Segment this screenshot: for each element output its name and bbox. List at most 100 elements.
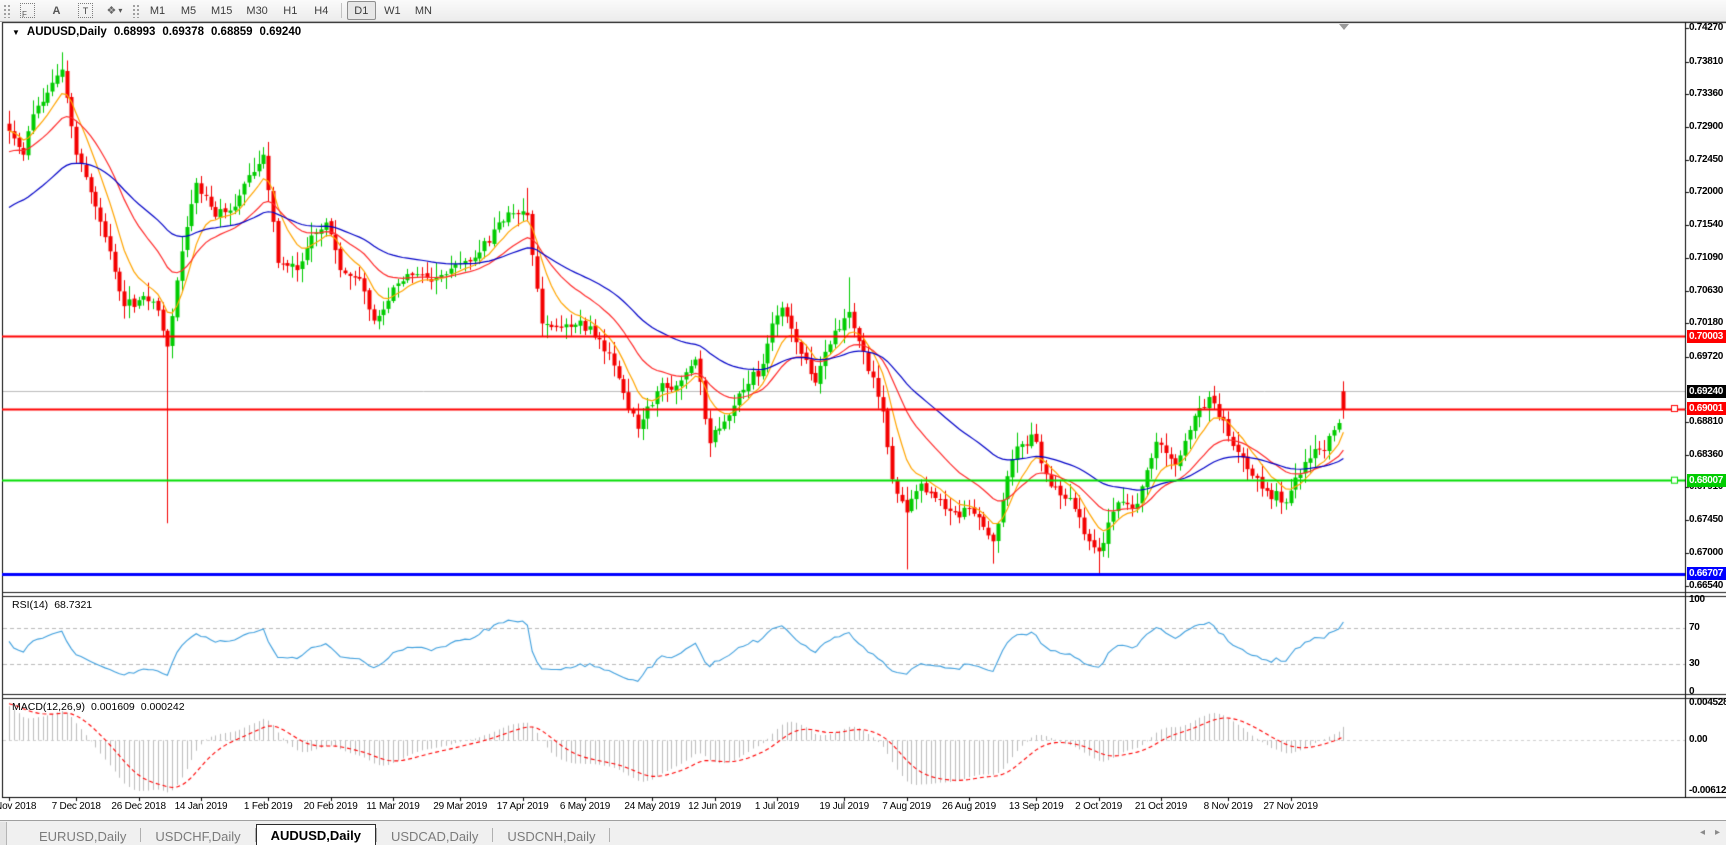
- date-tick-label: 8 Nov 2019: [1204, 801, 1253, 812]
- date-tick-label: 19 Jul 2019: [819, 801, 869, 812]
- price-badge: 0.69240: [1687, 385, 1726, 398]
- timeframe-button-w1[interactable]: W1: [378, 1, 407, 20]
- macd-indicator-label: MACD(12,26,9) 0.001609 0.000242: [12, 701, 185, 713]
- macd-signal-value: 0.000242: [141, 701, 185, 713]
- timeframe-button-h4[interactable]: H4: [307, 1, 336, 20]
- date-tick-label: 13 Sep 2019: [1009, 801, 1064, 812]
- date-tick-label: 7 Dec 2018: [52, 801, 101, 812]
- macd-main-value: 0.001609: [91, 701, 135, 713]
- ohlc-low-value: 0.68859: [211, 26, 253, 38]
- macd-axis-label: 0.004528: [1689, 697, 1726, 708]
- date-tick-label: 27 Nov 2019: [1263, 801, 1318, 812]
- price-tick-label: 0.73360: [1689, 88, 1726, 99]
- price-tick-label: 0.74270: [1689, 22, 1726, 33]
- fibonacci-tool-button[interactable]: F: [14, 1, 41, 20]
- pointer-diamond-icon: ❖: [107, 4, 117, 17]
- price-badge: 0.70003: [1687, 330, 1726, 343]
- tab-usdcnh[interactable]: USDCNH,Daily: [493, 827, 609, 845]
- price-tick-label: 0.69720: [1689, 351, 1726, 362]
- chart-tab-bar: EURUSD,DailyUSDCHF,DailyAUDUSD,DailyUSDC…: [0, 820, 1726, 845]
- date-tick-label: 19 Nov 2018: [0, 801, 36, 812]
- ohlc-close-value: 0.69240: [260, 26, 302, 38]
- date-tick-label: 17 Apr 2019: [497, 801, 549, 812]
- price-tick-label: 0.72000: [1689, 186, 1726, 197]
- date-tick-label: 2 Oct 2019: [1075, 801, 1122, 812]
- date-tick-label: 24 May 2019: [624, 801, 680, 812]
- date-tick-label: 20 Feb 2019: [304, 801, 358, 812]
- price-tick-label: 0.72900: [1689, 121, 1726, 132]
- price-tick-label: 0.72450: [1689, 154, 1726, 165]
- macd-axis-label: 0.00: [1689, 734, 1726, 745]
- boxed-t-icon: T: [78, 3, 93, 18]
- price-tick-label: 0.71090: [1689, 252, 1726, 263]
- symbol-dropdown-icon[interactable]: ▼: [12, 28, 20, 37]
- chart-shift-marker-icon[interactable]: [1339, 24, 1349, 30]
- timeframe-button-h1[interactable]: H1: [276, 1, 305, 20]
- timeframe-button-group: M1M5M15M30H1H4 D1W1MN: [142, 1, 439, 20]
- macd-axis-label: -0.00612: [1689, 785, 1726, 796]
- text-tool-button[interactable]: T: [72, 1, 99, 20]
- dotted-grid-icon: F: [20, 3, 35, 18]
- timeframe-button-m15[interactable]: M15: [205, 1, 238, 20]
- chart-title-bar[interactable]: ▼ AUDUSD,Daily 0.68993 0.69378 0.68859 0…: [12, 26, 301, 38]
- toolbar-grip-icon[interactable]: [3, 4, 10, 18]
- date-tick-label: 21 Oct 2019: [1135, 801, 1187, 812]
- date-tick-label: 7 Aug 2019: [882, 801, 931, 812]
- date-tick-label: 1 Feb 2019: [244, 801, 293, 812]
- tab-eurusd[interactable]: EURUSD,Daily: [25, 827, 140, 845]
- tab-audusd[interactable]: AUDUSD,Daily: [256, 824, 376, 845]
- main-chart-canvas[interactable]: [0, 0, 1726, 845]
- date-tick-label: 12 Jun 2019: [688, 801, 741, 812]
- timeframe-button-d1[interactable]: D1: [347, 1, 376, 20]
- rsi-indicator-label: RSI(14) 68.7321: [12, 599, 92, 611]
- date-tick-label: 26 Aug 2019: [942, 801, 996, 812]
- date-tick-label: 26 Dec 2018: [111, 801, 166, 812]
- rsi-axis-label: 70: [1689, 622, 1726, 633]
- timeframe-button-m5[interactable]: M5: [174, 1, 203, 20]
- date-tick-label: 11 Mar 2019: [366, 801, 419, 812]
- date-tick-label: 1 Jul 2019: [755, 801, 799, 812]
- price-badge: 0.66707: [1687, 567, 1726, 580]
- tab-scroll-controls: ◂ ▸: [1700, 827, 1720, 838]
- date-tick-label: 6 May 2019: [560, 801, 610, 812]
- date-tick-label: 29 Mar 2019: [433, 801, 487, 812]
- price-tick-label: 0.71540: [1689, 219, 1726, 230]
- rsi-axis-label: 0: [1689, 686, 1726, 697]
- price-badge: 0.68007: [1687, 474, 1726, 487]
- tool-t-label: T: [83, 6, 89, 16]
- letter-a-icon: A: [53, 5, 61, 17]
- price-tick-label: 0.67000: [1689, 547, 1726, 558]
- toolbar-grip-icon[interactable]: [132, 4, 139, 18]
- arrow-text-tool-button[interactable]: A: [43, 1, 70, 20]
- timeframe-button-m1[interactable]: M1: [143, 1, 172, 20]
- tab-bar-stub: [0, 822, 7, 845]
- chart-tabs: EURUSD,DailyUSDCHF,DailyAUDUSD,DailyUSDC…: [25, 824, 610, 845]
- tab-scroll-left-icon[interactable]: ◂: [1700, 827, 1705, 838]
- price-tick-label: 0.66540: [1689, 580, 1726, 591]
- tab-separator: [609, 828, 610, 842]
- price-tick-label: 0.70180: [1689, 317, 1726, 328]
- price-tick-label: 0.68360: [1689, 449, 1726, 460]
- timeframe-button-m30[interactable]: M30: [240, 1, 273, 20]
- rsi-name: RSI(14): [12, 599, 48, 611]
- ohlc-high-value: 0.69378: [162, 26, 204, 38]
- tab-usdcad[interactable]: USDCAD,Daily: [377, 827, 492, 845]
- timeframe-button-mn[interactable]: MN: [409, 1, 438, 20]
- rsi-value: 68.7321: [54, 599, 92, 611]
- price-tick-label: 0.70630: [1689, 285, 1726, 296]
- pointer-mode-button[interactable]: ❖ ▾: [101, 1, 128, 20]
- price-tick-label: 0.67450: [1689, 514, 1726, 525]
- chevron-down-icon: ▾: [118, 6, 122, 15]
- price-tick-label: 0.73810: [1689, 56, 1726, 67]
- top-toolbar: F A T ❖ ▾ M1M5M15M30H1H4 D1W1MN: [0, 0, 1726, 22]
- price-tick-label: 0.68810: [1689, 416, 1726, 427]
- tool-f-label: F: [22, 10, 27, 19]
- macd-name: MACD(12,26,9): [12, 701, 85, 713]
- symbol-timeframe-label: AUDUSD,Daily: [27, 26, 107, 38]
- tab-scroll-right-icon[interactable]: ▸: [1715, 827, 1720, 838]
- price-badge: 0.69001: [1687, 402, 1726, 415]
- ohlc-open-value: 0.68993: [114, 26, 156, 38]
- tab-usdchf[interactable]: USDCHF,Daily: [141, 827, 254, 845]
- date-tick-label: 14 Jan 2019: [175, 801, 228, 812]
- rsi-axis-label: 100: [1689, 594, 1726, 605]
